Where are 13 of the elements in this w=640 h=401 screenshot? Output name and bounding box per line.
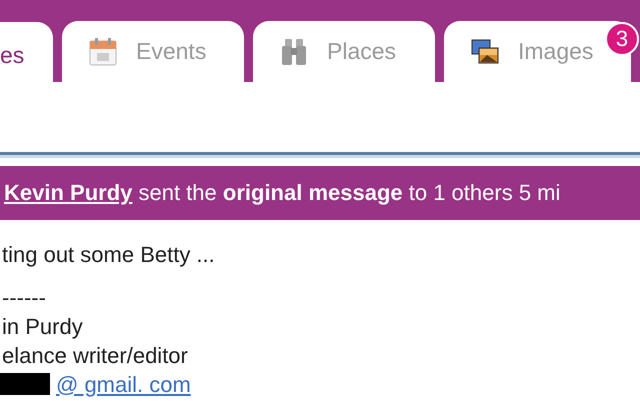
message-line: ting out some Betty ... <box>2 241 216 269</box>
binoculars-icon <box>279 36 309 66</box>
banner-text: Kevin Purdy sent the original message to 1 others 5 mi <box>4 180 560 206</box>
message-line: in Purdy <box>2 313 84 341</box>
email-link[interactable]: @ gmail. com <box>56 370 191 398</box>
calendar-icon <box>88 36 118 66</box>
sender-link[interactable]: Kevin Purdy <box>4 180 132 205</box>
tab[interactable]: Events <box>62 21 244 82</box>
images-icon <box>470 36 500 66</box>
redaction-block <box>0 373 50 395</box>
tab[interactable]: Places <box>253 21 435 82</box>
message-line: ------ <box>2 284 47 312</box>
message-line: elance writer/editor <box>2 342 189 370</box>
